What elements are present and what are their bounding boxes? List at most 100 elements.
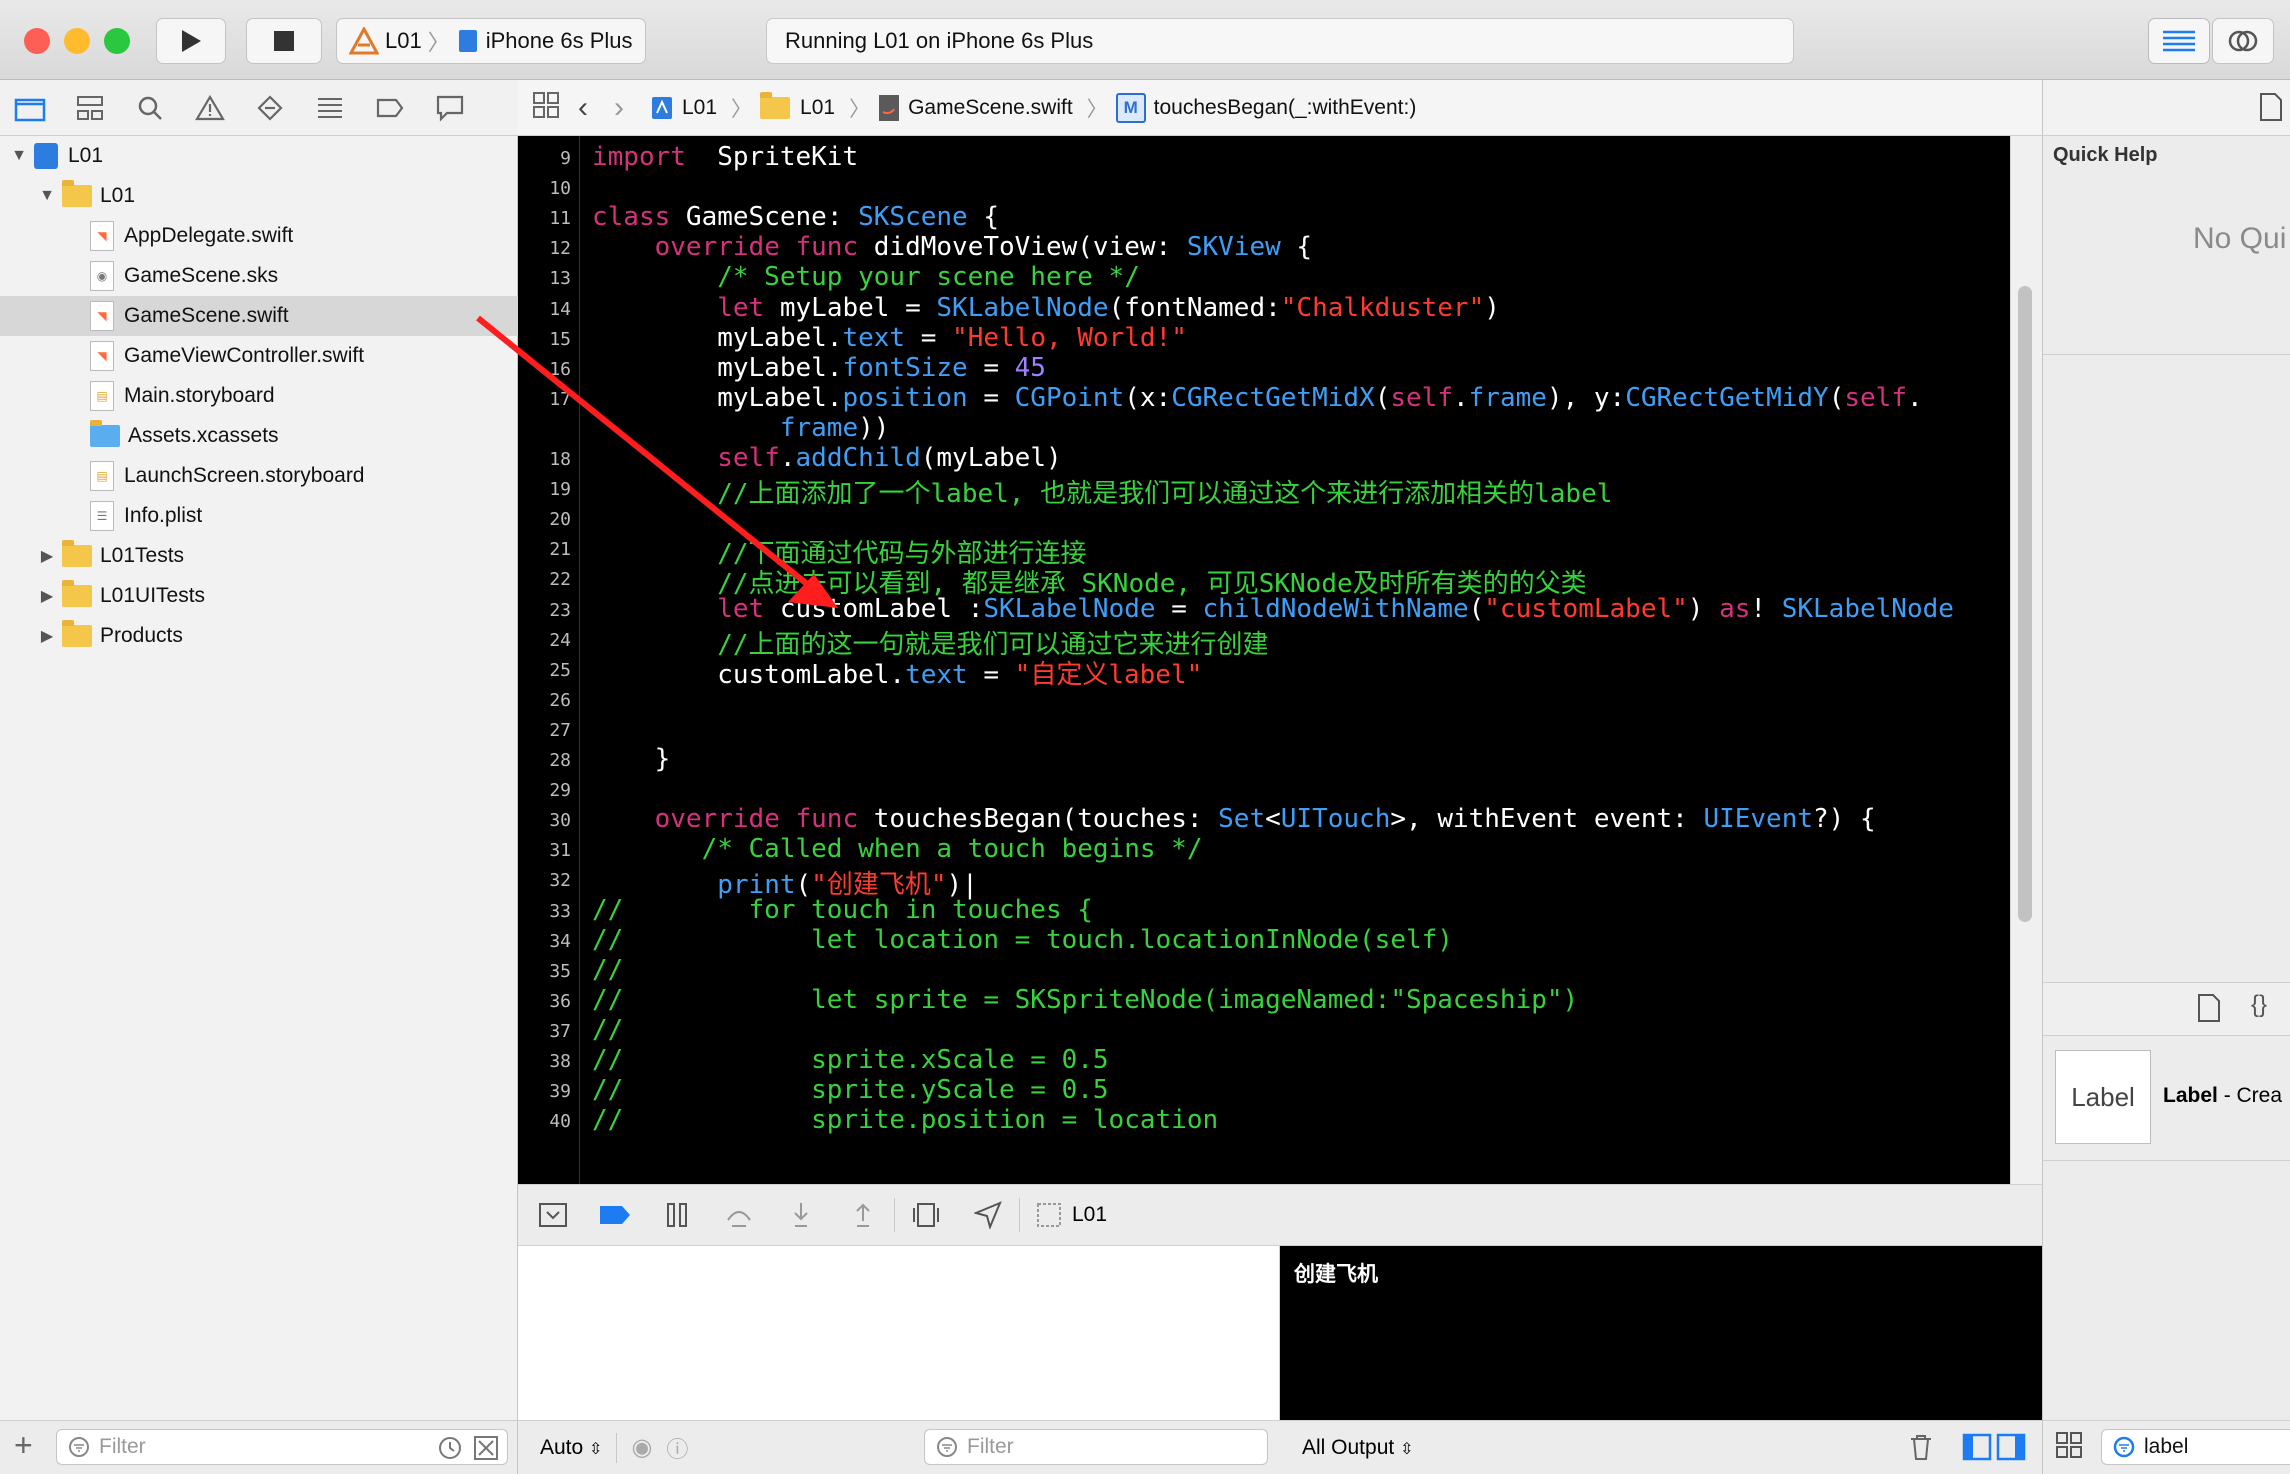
code-line[interactable]: override func didMoveToView(view: SKView… (592, 232, 1312, 262)
find-navigator-tab[interactable] (120, 80, 180, 136)
quick-look-icon[interactable]: ◉ (631, 1433, 652, 1462)
breadcrumb-project[interactable]: L01 (650, 95, 717, 121)
code-line[interactable]: // let location = touch.locationInNode(s… (592, 925, 1453, 955)
breakpoint-navigator-tab[interactable] (360, 80, 420, 136)
navigator-item[interactable]: ▶ Products (0, 616, 556, 656)
simulate-location-button[interactable] (957, 1201, 1019, 1229)
library-item-text[interactable]: Label - Crea (2163, 1084, 2282, 1108)
disclosure-triangle-icon[interactable]: ▼ (38, 187, 56, 205)
label-object-thumbnail[interactable]: Label (2055, 1050, 2151, 1144)
code-line[interactable]: /* Called when a touch begins */ (592, 834, 1203, 864)
assistant-editor-button[interactable] (2212, 18, 2274, 64)
navigator-item[interactable]: ▼ L01 (0, 176, 556, 216)
step-out-button[interactable] (832, 1201, 894, 1229)
recent-files-icon[interactable] (437, 1435, 463, 1467)
console-output[interactable]: 创建飞机 (1280, 1246, 2042, 1420)
code-line[interactable]: import SpriteKit (592, 142, 858, 172)
stop-button[interactable] (246, 18, 322, 64)
test-navigator-tab[interactable] (240, 80, 300, 136)
file-template-library-icon[interactable] (2197, 993, 2221, 1028)
pause-button[interactable] (646, 1202, 708, 1228)
scheme-selector[interactable]: L01 〉 iPhone 6s Plus (336, 18, 646, 64)
output-selector[interactable]: All Output ⇳ (1302, 1436, 1413, 1460)
navigator-item[interactable]: ◥ GameScene.swift (0, 296, 584, 336)
variables-filter-field[interactable]: Filter (924, 1429, 1268, 1465)
project-navigator-tab[interactable] (0, 80, 60, 136)
breadcrumb-method-label: touchesBegan(_:withEvent:) (1153, 95, 1417, 119)
navigator-item[interactable]: ◉ GameScene.sks (0, 256, 584, 296)
show-console-icon[interactable] (1996, 1433, 2026, 1467)
navigator-item[interactable]: ▤ LaunchScreen.storyboard (0, 456, 584, 496)
report-navigator-tab[interactable] (420, 80, 480, 136)
variables-view[interactable] (518, 1246, 1280, 1420)
code-line[interactable]: //上面添加了一个label, 也就是我们可以通过这个来进行添加相关的label (592, 473, 1612, 510)
run-button[interactable] (156, 18, 226, 64)
source-control-filter-icon[interactable] (473, 1435, 499, 1467)
hide-debug-area-button[interactable] (522, 1202, 584, 1228)
code-line[interactable]: // for touch in touches { (592, 895, 1093, 925)
related-items-icon[interactable] (532, 91, 560, 125)
disclosure-triangle-icon[interactable]: ▶ (38, 586, 56, 606)
minimize-window-button[interactable] (64, 28, 90, 54)
back-button[interactable]: ‹ (578, 91, 588, 125)
code-line[interactable]: customLabel.text = "自定义label" (592, 654, 1202, 691)
code-line[interactable]: self.addChild(myLabel) (592, 443, 1061, 473)
code-line[interactable]: let customLabel :SKLabelNode = childNode… (592, 594, 1954, 624)
info-icon[interactable]: ⓘ (666, 1432, 688, 1464)
code-line[interactable]: // (592, 1015, 623, 1045)
library-search-field[interactable]: label (2101, 1429, 2290, 1465)
grid-view-icon[interactable] (2055, 1431, 2083, 1464)
navigator-item[interactable]: ▤ Main.storyboard (0, 376, 584, 416)
code-snippet-library-icon[interactable]: {} (2251, 991, 2267, 1019)
breakpoints-toggle-button[interactable] (584, 1204, 646, 1226)
code-line[interactable]: // sprite.position = location (592, 1105, 1218, 1135)
step-into-button[interactable] (770, 1201, 832, 1229)
breadcrumb-group[interactable]: L01 (760, 91, 835, 120)
navigator-item[interactable]: ☰ Info.plist (0, 496, 584, 536)
file-inspector-icon[interactable] (2259, 92, 2283, 127)
trash-icon[interactable] (1908, 1433, 1934, 1467)
editor-scrollbar-thumb[interactable] (2018, 286, 2032, 922)
debug-navigator-tab[interactable] (300, 80, 360, 136)
code-line[interactable]: // sprite.xScale = 0.5 (592, 1045, 1109, 1075)
navigator-item[interactable]: ▶ L01UITests (0, 576, 556, 616)
code-line[interactable]: } (592, 744, 671, 774)
breadcrumb-method[interactable]: M touchesBegan(_:withEvent:) (1115, 92, 1417, 123)
code-line[interactable]: class GameScene: SKScene { (592, 202, 999, 232)
navigator-item[interactable]: ◥ AppDelegate.swift (0, 216, 584, 256)
folder-icon (760, 91, 791, 119)
code-token: 45 (1014, 352, 1046, 383)
code-line[interactable]: myLabel.text = "Hello, World!" (592, 323, 1187, 353)
code-line[interactable]: // (592, 955, 623, 985)
add-icon[interactable]: + (14, 1427, 33, 1464)
code-line[interactable]: frame)) (592, 413, 890, 443)
disclosure-triangle-icon[interactable]: ▶ (38, 546, 56, 566)
code-line[interactable]: myLabel.position = CGPoint(x:CGRectGetMi… (592, 383, 1922, 413)
view-debugger-button[interactable] (895, 1201, 957, 1229)
close-window-button[interactable] (24, 28, 50, 54)
forward-button[interactable]: › (614, 91, 624, 125)
navigator-item[interactable]: ▶ L01Tests (0, 536, 556, 576)
disclosure-triangle-icon[interactable]: ▶ (38, 626, 56, 646)
disclosure-triangle-icon[interactable]: ▼ (10, 147, 28, 165)
issue-navigator-tab[interactable] (180, 80, 240, 136)
source-editor[interactable]: import SpriteKit class GameScene: SKScene… (580, 136, 2010, 1184)
code-line[interactable]: override func touchesBegan(touches: Set<… (592, 804, 1876, 834)
navigator-item[interactable]: ▼ L01 (0, 136, 528, 176)
code-line[interactable]: myLabel.fontSize = 45 (592, 353, 1046, 383)
symbol-navigator-tab[interactable] (60, 80, 120, 136)
navigator-item[interactable]: Assets.xcassets (0, 416, 584, 456)
code-line[interactable]: // sprite.yScale = 0.5 (592, 1075, 1109, 1105)
breadcrumb-file[interactable]: GameScene.swift (878, 94, 1073, 122)
code-line[interactable]: let myLabel = SKLabelNode(fontNamed:"Cha… (592, 293, 1500, 323)
code-line[interactable]: // let sprite = SKSpriteNode(imageNamed:… (592, 985, 1578, 1015)
navigator-item[interactable]: ◥ GameViewController.swift (0, 336, 584, 376)
process-selector[interactable]: L01 (1036, 1202, 1107, 1228)
editor-standard-button[interactable] (2148, 18, 2210, 64)
auto-scope-selector[interactable]: Auto ⇳ (540, 1436, 602, 1460)
zoom-window-button[interactable] (104, 28, 130, 54)
step-over-button[interactable] (708, 1202, 770, 1228)
show-variables-icon[interactable] (1962, 1433, 1992, 1467)
navigator-filter-field[interactable]: Filter (56, 1429, 508, 1465)
code-line[interactable]: /* Setup your scene here */ (592, 262, 1140, 292)
